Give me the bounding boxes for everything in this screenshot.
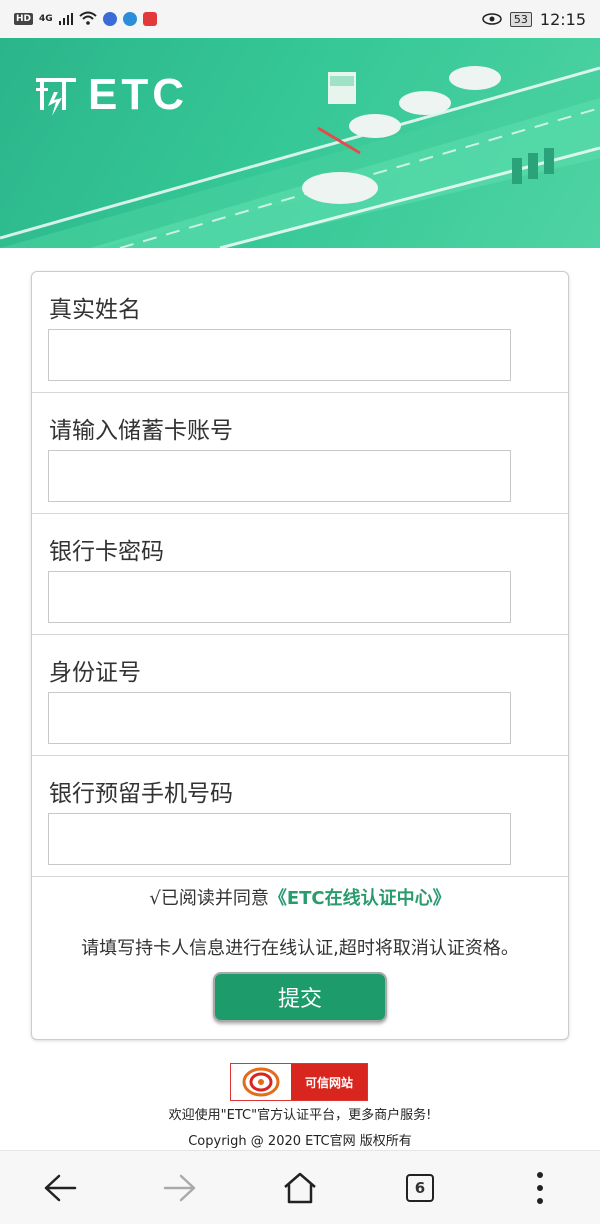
browser-nav-bar: 6: [0, 1150, 600, 1224]
phone-input[interactable]: [48, 813, 511, 865]
submit-button[interactable]: 提交: [213, 972, 387, 1022]
battery-icon: 53: [509, 11, 532, 27]
forward-button[interactable]: [140, 1151, 220, 1225]
footer-copyright: Copyrigh @ 2020 ETC官网 版权所有: [188, 1134, 412, 1149]
home-icon: [284, 1172, 316, 1204]
agreement-link[interactable]: 《ETC在线认证中心》: [269, 888, 451, 909]
agreement-text: √已阅读并同意: [149, 888, 269, 909]
status-bar: HD 4G 53 12:15: [0, 0, 600, 38]
music-app-icon: [102, 12, 117, 26]
home-button[interactable]: [260, 1151, 340, 1225]
field-label: 身份证号: [49, 660, 141, 686]
card-password-input[interactable]: [48, 571, 511, 623]
trust-badge-label: 可信网站: [291, 1064, 367, 1100]
clock: 12:15: [539, 9, 586, 29]
footer-welcome: 欢迎使用"ETC"官方认证平台，更多商户服务!: [168, 1108, 432, 1123]
more-vertical-icon: [537, 1172, 543, 1204]
field-label: 真实姓名: [49, 297, 141, 323]
real-name-input[interactable]: [48, 329, 511, 381]
network-label: 4G: [39, 14, 53, 24]
browser-app-icon: [122, 12, 137, 26]
status-right: 53 12:15: [482, 10, 586, 29]
field-label: 银行预留手机号码: [49, 781, 233, 807]
arrow-left-icon: [44, 1174, 77, 1202]
tabs-button[interactable]: 6: [380, 1151, 460, 1225]
account-input[interactable]: [48, 450, 511, 502]
news-app-icon: [142, 12, 157, 26]
trusted-site-badge[interactable]: 可信网站: [230, 1063, 368, 1101]
trust-seal-icon: [231, 1064, 291, 1100]
notice-text: 请填写持卡人信息进行在线认证,超时将取消认证资格。: [81, 938, 519, 959]
etc-logo-icon: [36, 78, 76, 116]
field-id-number: 身份证号: [32, 635, 568, 756]
field-phone: 银行预留手机号码: [32, 756, 568, 877]
signal-icon: [58, 10, 73, 29]
eye-icon: [482, 10, 502, 29]
field-account: 请输入储蓄卡账号: [32, 393, 568, 514]
status-left: HD 4G: [14, 10, 157, 29]
agreement-line: √已阅读并同意《ETC在线认证中心》: [32, 884, 568, 910]
hd-badge: HD: [14, 13, 34, 25]
wifi-icon: [79, 10, 97, 29]
hero-banner: ETC: [0, 38, 600, 248]
field-label: 银行卡密码: [49, 539, 164, 565]
field-label: 请输入储蓄卡账号: [49, 418, 233, 444]
field-real-name: 真实姓名: [32, 272, 568, 393]
arrow-right-icon: [163, 1174, 196, 1202]
tab-count-icon: 6: [406, 1174, 434, 1202]
logo-text: ETC: [88, 70, 188, 119]
etc-logo: ETC: [34, 70, 188, 120]
id-number-input[interactable]: [48, 692, 511, 744]
auth-form: 真实姓名 请输入储蓄卡账号 银行卡密码 身份证号 银行预留手机号码 √已阅读并同…: [31, 271, 569, 1040]
back-button[interactable]: [20, 1151, 100, 1225]
field-card-password: 银行卡密码: [32, 514, 568, 635]
more-menu-button[interactable]: [500, 1151, 580, 1225]
